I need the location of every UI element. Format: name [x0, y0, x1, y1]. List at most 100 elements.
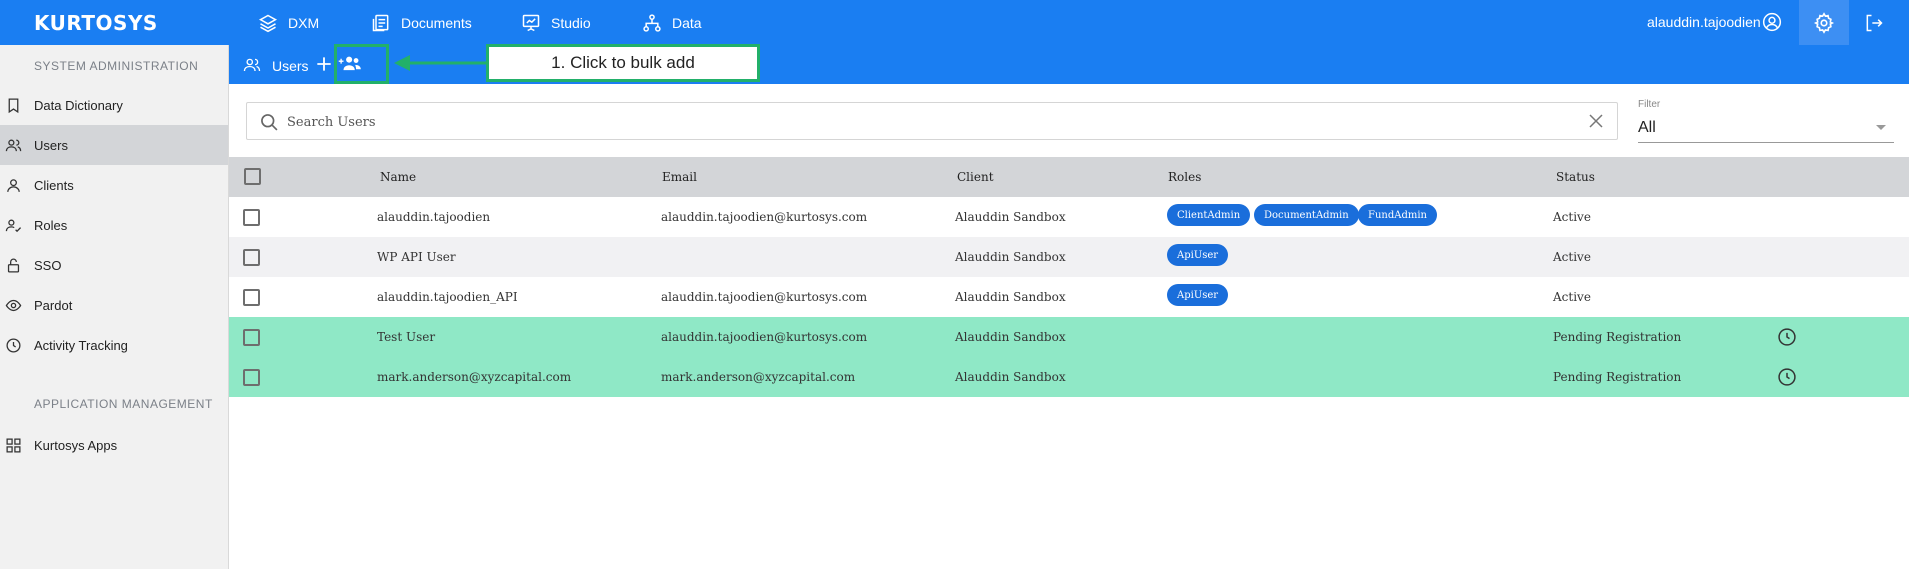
sidebar-item-pardot[interactable]: Pardot — [0, 285, 228, 325]
user-email: mark.anderson@xyzcapital.com — [661, 370, 856, 384]
nav-studio[interactable]: Studio — [521, 0, 591, 45]
sidebar-item-label: Pardot — [34, 297, 73, 313]
chevron-down-icon — [1876, 125, 1886, 130]
user-name: WP API User — [377, 250, 456, 264]
documents-icon — [372, 14, 389, 31]
arrow-icon — [394, 55, 486, 71]
nav-documents[interactable]: Documents — [371, 0, 472, 45]
user-client: Alauddin Sandbox — [955, 210, 1066, 224]
user-email: alauddin.tajoodien@kurtosys.com — [661, 210, 868, 224]
column-name[interactable]: Name — [380, 170, 416, 184]
user-status: Active — [1553, 250, 1591, 264]
add-user-button[interactable] — [314, 54, 334, 74]
sidebar-item-kurtosys-apps[interactable]: Kurtosys Apps — [0, 425, 228, 465]
user-circle-icon[interactable] — [1762, 12, 1782, 32]
table-row[interactable]: mark.anderson@xyzcapital.com mark.anders… — [229, 357, 1909, 397]
role-chip[interactable]: ApiUser — [1167, 284, 1229, 306]
role-chip[interactable]: ClientAdmin — [1167, 204, 1251, 226]
instruction-callout: 1. Click to bulk add — [486, 44, 760, 82]
clock-icon[interactable] — [1777, 367, 1797, 387]
settings-button[interactable] — [1799, 0, 1849, 45]
filter-dropdown[interactable]: All — [1638, 113, 1894, 143]
column-status[interactable]: Status — [1556, 170, 1595, 184]
user-name: alauddin.tajoodien — [377, 210, 491, 224]
table-row[interactable]: Test User alauddin.tajoodien@kurtosys.co… — [229, 317, 1909, 357]
filter-value: All — [1638, 119, 1656, 136]
sidebar-section-system-admin: SYSTEM ADMINISTRATION — [34, 59, 199, 73]
user-client: Alauddin Sandbox — [955, 330, 1066, 344]
app-logo[interactable]: KURTOSYS — [34, 11, 158, 35]
table-header: Name Email Client Roles Status — [229, 157, 1909, 197]
table-row[interactable]: WP API User Alauddin Sandbox ApiUser Act… — [229, 237, 1909, 277]
nav-dxm[interactable]: DXM — [258, 0, 319, 45]
bookmark-icon — [8, 97, 19, 113]
user-client: Alauddin Sandbox — [955, 370, 1066, 384]
presentation-icon — [522, 14, 540, 31]
filter-label: Filter — [1638, 99, 1661, 110]
role-chip[interactable]: DocumentAdmin — [1254, 204, 1359, 226]
user-status: Active — [1553, 210, 1591, 224]
user-check-icon — [5, 219, 22, 232]
column-roles[interactable]: Roles — [1168, 170, 1201, 184]
sidebar-item-activity-tracking[interactable]: Activity Tracking — [0, 325, 228, 365]
nav-data-label: Data — [672, 14, 702, 31]
sidebar-item-roles[interactable]: Roles — [0, 205, 228, 245]
hierarchy-icon — [643, 13, 661, 32]
user-email: alauddin.tajoodien@kurtosys.com — [661, 330, 868, 344]
logout-icon — [1866, 14, 1883, 31]
search-icon — [261, 114, 278, 131]
sidebar-item-label: Data Dictionary — [34, 97, 123, 113]
page-title: Users — [272, 58, 309, 74]
users-icon — [5, 139, 22, 151]
user-email: alauddin.tajoodien@kurtosys.com — [661, 290, 868, 304]
user-status: Pending Registration — [1553, 330, 1682, 344]
search-input[interactable] — [287, 111, 1547, 133]
user-name: Test User — [377, 330, 436, 344]
user-icon — [7, 178, 20, 192]
sidebar-item-label: Users — [34, 137, 68, 153]
user-client: Alauddin Sandbox — [955, 290, 1066, 304]
role-chip[interactable]: FundAdmin — [1358, 204, 1437, 226]
sidebar-item-data-dictionary[interactable]: Data Dictionary — [0, 85, 228, 125]
user-name: alauddin.tajoodien_API — [377, 290, 518, 304]
gear-icon — [1813, 11, 1835, 34]
nav-documents-label: Documents — [401, 14, 472, 31]
current-username[interactable]: alauddin.tajoodien — [1647, 14, 1761, 30]
top-navigation-bar: KURTOSYS DXM Documents Studio Data alaud… — [0, 0, 1909, 45]
layers-icon — [258, 14, 278, 32]
user-status: Active — [1553, 290, 1591, 304]
column-client[interactable]: Client — [957, 170, 994, 184]
column-email[interactable]: Email — [662, 170, 697, 184]
table-row[interactable]: alauddin.tajoodien alauddin.tajoodien@ku… — [229, 197, 1909, 237]
select-all-checkbox[interactable] — [244, 168, 261, 185]
eye-icon — [5, 299, 22, 311]
callout-text: 1. Click to bulk add — [551, 53, 695, 72]
row-checkbox[interactable] — [243, 369, 260, 386]
row-checkbox[interactable] — [243, 249, 260, 266]
table-row[interactable]: alauddin.tajoodien_API alauddin.tajoodie… — [229, 277, 1909, 317]
logout-button[interactable] — [1849, 0, 1899, 45]
row-checkbox[interactable] — [243, 289, 260, 306]
sidebar-item-clients[interactable]: Clients — [0, 165, 228, 205]
user-client: Alauddin Sandbox — [955, 250, 1066, 264]
bulk-add-highlight — [334, 44, 389, 84]
sidebar-item-label: Clients — [34, 177, 74, 193]
row-checkbox[interactable] — [243, 329, 260, 346]
sidebar-item-label: Kurtosys Apps — [34, 437, 118, 453]
nav-studio-label: Studio — [551, 14, 591, 31]
clock-icon — [6, 337, 21, 353]
users-icon — [243, 58, 261, 72]
clock-icon[interactable] — [1777, 327, 1797, 347]
grid-icon — [6, 437, 21, 453]
sidebar-item-sso[interactable]: SSO — [0, 245, 228, 285]
nav-data[interactable]: Data — [642, 0, 702, 45]
role-chip[interactable]: ApiUser — [1167, 244, 1229, 266]
user-name: mark.anderson@xyzcapital.com — [377, 370, 572, 384]
sidebar: SYSTEM ADMINISTRATION Data Dictionary Us… — [0, 45, 229, 569]
sidebar-item-label: Activity Tracking — [34, 337, 128, 353]
row-checkbox[interactable] — [243, 209, 260, 226]
lock-icon — [7, 258, 20, 273]
user-status: Pending Registration — [1553, 370, 1682, 384]
sidebar-item-users[interactable]: Users — [0, 125, 228, 165]
close-icon[interactable] — [1587, 112, 1605, 130]
